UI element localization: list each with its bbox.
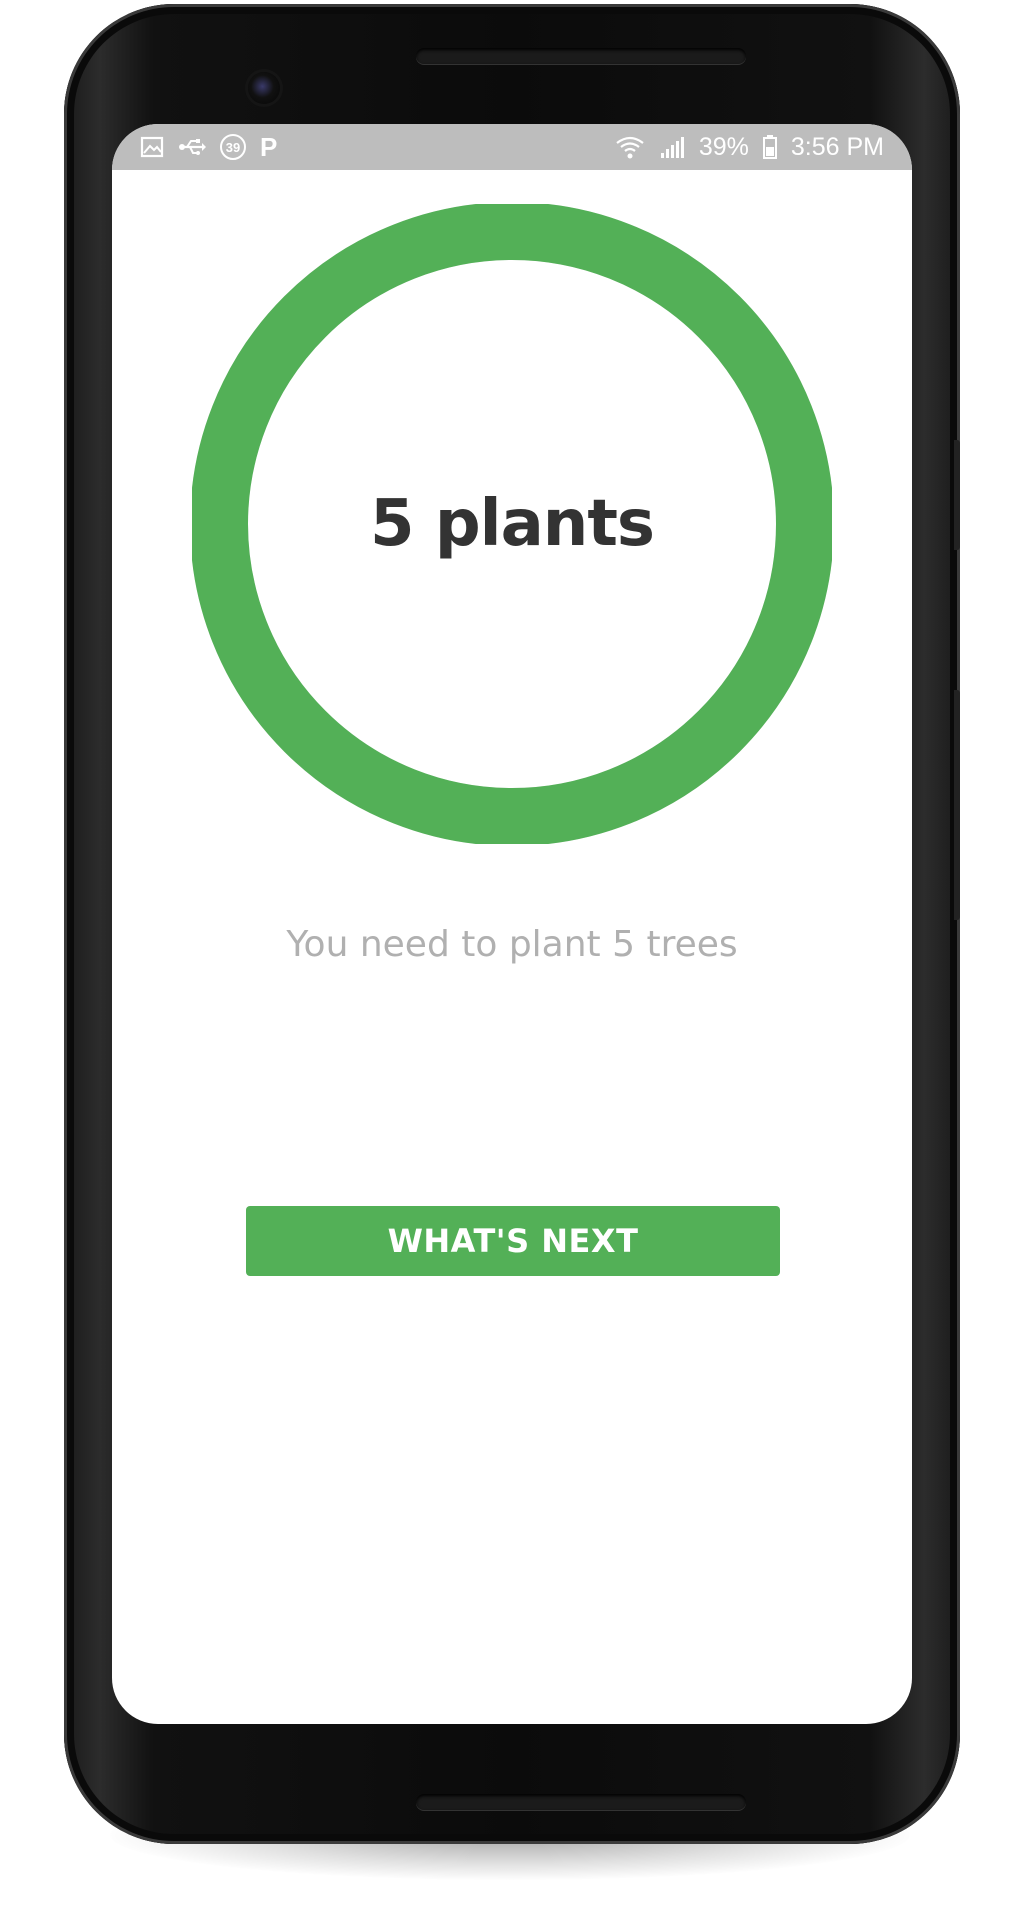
battery-percent: 39%: [698, 132, 749, 161]
top-speaker: [416, 48, 746, 64]
status-left-icons: 39 P: [140, 132, 277, 163]
status-time: 3:56 PM: [790, 132, 884, 161]
status-bar: 39 P 39% 3:56 PM: [112, 124, 912, 170]
power-button: [954, 440, 960, 550]
app-screen: 39 P 39% 3:56 PM 5 plants You need to pl…: [112, 124, 912, 1724]
p-icon: P: [260, 131, 278, 162]
signal-icon: [659, 135, 685, 159]
bottom-speaker: [416, 1794, 746, 1810]
plants-count-label: 5 plants: [370, 487, 655, 561]
progress-ring: 5 plants: [192, 204, 832, 844]
wifi-icon: [615, 135, 645, 159]
front-camera-icon: [248, 72, 280, 104]
status-right-icons: 39% 3:56 PM: [615, 133, 884, 162]
battery-icon: [762, 135, 777, 159]
image-icon: [140, 136, 164, 158]
trees-needed-text: You need to plant 5 trees: [286, 924, 738, 965]
volume-button: [954, 690, 960, 920]
usb-icon: [178, 136, 206, 158]
whats-next-button[interactable]: WHAT'S NEXT: [246, 1206, 780, 1276]
badge-39-icon: 39: [220, 134, 246, 160]
